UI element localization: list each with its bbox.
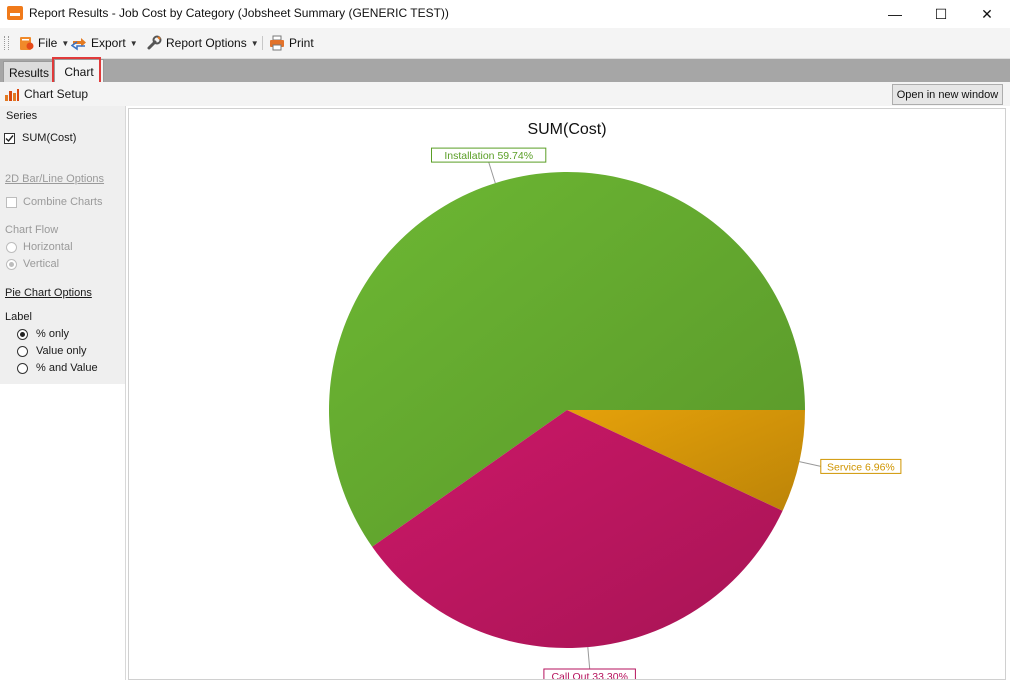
pie-label-installation: Installation 59.74% [444, 150, 533, 162]
bar-line-options-link: 2D Bar/Line Options [5, 173, 105, 185]
tab-strip: Results Chart [0, 59, 1010, 84]
horizontal-radio [6, 242, 17, 253]
series-sum-cost-label: SUM(Cost) [22, 132, 77, 144]
chevron-down-icon: ▼ [61, 38, 70, 48]
label-header: Label [5, 311, 32, 323]
file-icon [18, 35, 34, 51]
chart-area: SUM(Cost) Installation 59.74% Service 6.9… [128, 108, 1006, 682]
wrench-icon [146, 35, 162, 51]
print-button[interactable]: Print [269, 34, 314, 52]
toolbar-grip[interactable] [4, 36, 9, 50]
pie-label-call-out: Call Out 33.30% [551, 671, 627, 679]
open-in-new-window-button[interactable]: Open in new window [892, 84, 1003, 105]
file-label: File [38, 36, 58, 50]
chart-flow-label: Chart Flow [5, 224, 59, 236]
chart-options-panel: Series SUM(Cost) 2D Bar/Line Options Com… [0, 106, 126, 680]
export-menu-button[interactable]: Export ▼ [70, 34, 138, 52]
pie-slices [329, 172, 805, 649]
close-button[interactable]: ✕ [964, 0, 1010, 28]
series-header: Series [6, 110, 38, 122]
export-icon [70, 35, 87, 51]
percent-and-value-label: % and Value [36, 362, 98, 374]
window-title: Report Results - Job Cost by Category (J… [29, 6, 449, 20]
chevron-down-icon: ▼ [129, 38, 138, 48]
tab-highlight-box [52, 57, 101, 84]
export-label: Export [91, 36, 126, 50]
title-bar: Report Results - Job Cost by Category (J… [0, 0, 1010, 28]
horizontal-label: Horizontal [23, 241, 73, 253]
print-label: Print [289, 36, 314, 50]
chart-setup-button[interactable]: Chart Setup [4, 85, 88, 103]
percent-only-label: % only [36, 328, 70, 340]
pie-label-leader-installation [488, 161, 496, 184]
percent-only-radio[interactable] [17, 329, 28, 340]
file-menu-button[interactable]: File ▼ [18, 34, 69, 52]
combine-charts-checkbox [6, 197, 17, 208]
chart-setup-label: Chart Setup [24, 87, 89, 101]
pie-label-service: Service 6.96% [827, 461, 895, 473]
tab-results[interactable]: Results [3, 61, 55, 83]
vertical-label: Vertical [23, 258, 60, 270]
maximize-button[interactable]: ☐ [918, 0, 964, 28]
pie-label-leader-service [799, 461, 821, 467]
chart-title: SUM(Cost) [527, 121, 606, 138]
chevron-down-icon: ▼ [250, 38, 259, 48]
value-only-radio[interactable] [17, 346, 28, 357]
series-sum-cost-checkbox[interactable] [4, 133, 15, 144]
bar-chart-icon [4, 86, 20, 102]
minimize-button[interactable]: — [872, 0, 918, 28]
printer-icon [269, 35, 285, 51]
pie-chart: SUM(Cost) Installation 59.74% Service 6.9… [329, 121, 902, 682]
report-options-menu-button[interactable]: Report Options ▼ [146, 34, 259, 52]
pie-chart-options-link[interactable]: Pie Chart Options [5, 287, 92, 299]
value-only-label: Value only [36, 345, 87, 357]
toolbar-separator [262, 36, 263, 50]
combine-charts-label: Combine Charts [23, 196, 103, 208]
main-toolbar: File ▼ Export ▼ Report Options ▼ Print [0, 28, 1010, 59]
report-options-label: Report Options [166, 36, 247, 50]
vertical-radio [6, 259, 17, 270]
chart-toolbar [0, 82, 1010, 106]
pie-label-leader-call-out [587, 647, 591, 670]
app-icon [7, 6, 23, 20]
percent-and-value-radio[interactable] [17, 363, 28, 374]
